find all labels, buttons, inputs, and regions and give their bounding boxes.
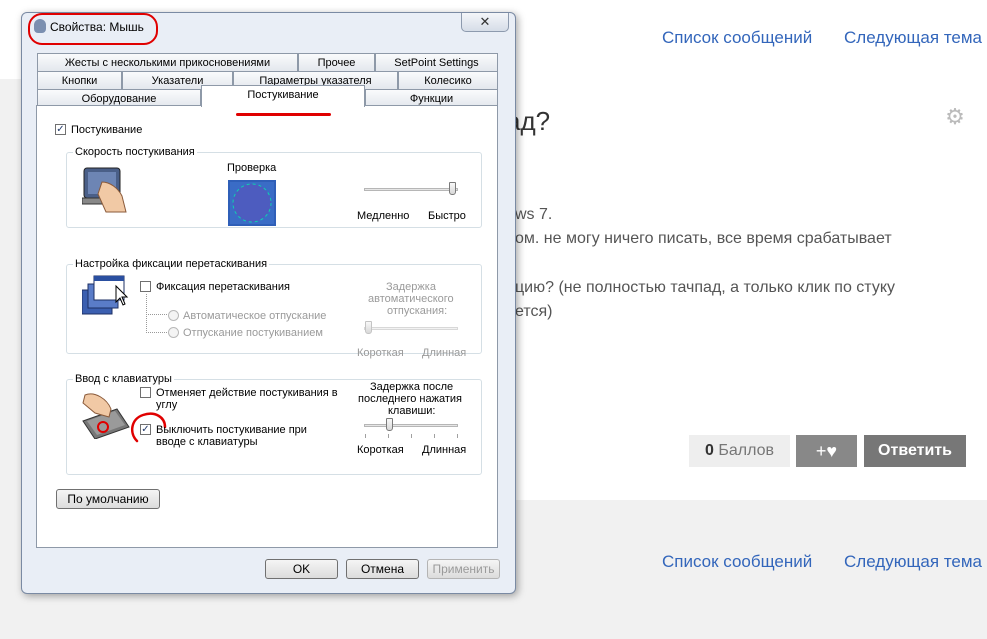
- drag-lock-group-title: Настройка фиксации перетаскивания: [73, 258, 270, 270]
- speed-test-area[interactable]: [228, 180, 276, 226]
- cancel-button[interactable]: Отмена: [346, 559, 419, 579]
- post-line-4: ется): [515, 303, 553, 320]
- key-delay-slider-thumb[interactable]: [386, 418, 393, 431]
- key-delay-label-2: последнего нажатия: [358, 393, 462, 405]
- tapping-panel: ✓ Постукивание Скорость постукивания Про…: [36, 105, 498, 548]
- reply-button[interactable]: Ответить: [864, 435, 966, 467]
- mouse-properties-dialog: Свойства: Мышь ✕ Жесты с несколькими при…: [21, 12, 516, 594]
- drag-delay-label-1: Задержка: [386, 281, 436, 293]
- tab-tapping[interactable]: Постукивание: [201, 85, 365, 107]
- drag-lock-checkbox[interactable]: [140, 281, 151, 292]
- like-button[interactable]: +♥: [796, 435, 857, 467]
- key-delay-tick: [411, 434, 412, 438]
- post-line-2: ом. не могу ничего писать, все время сра…: [515, 230, 892, 247]
- title-bar[interactable]: Свойства: Мышь ✕: [22, 13, 515, 45]
- tab-multitouch-gestures[interactable]: Жесты с несколькими прикосновениями: [37, 53, 298, 71]
- key-delay-slider-track[interactable]: [364, 424, 458, 427]
- key-delay-tick: [457, 434, 458, 438]
- nav-messages-link-bottom[interactable]: Список сообщений: [662, 552, 812, 572]
- drag-delay-label-2: автоматического: [368, 293, 454, 305]
- key-delay-tick: [388, 434, 389, 438]
- post-line-3: цию? (не полностью тачпад, а только клик…: [515, 279, 895, 296]
- score-badge: 0 Баллов: [689, 435, 790, 467]
- drag-delay-slider-thumb[interactable]: [365, 321, 372, 334]
- drag-windows-icon: [82, 275, 129, 315]
- speed-slider-track[interactable]: [364, 188, 458, 191]
- nav-next-topic-link-bottom[interactable]: Следующая тема: [844, 552, 982, 572]
- score-value: 0: [704, 442, 714, 459]
- tab-buttons[interactable]: Кнопки: [37, 71, 122, 89]
- speed-fast-label: Быстро: [428, 210, 466, 222]
- tree-connector-2: [146, 306, 167, 333]
- tab-wheel[interactable]: Колесико: [398, 71, 498, 89]
- key-delay-short-label: Короткая: [357, 444, 404, 456]
- nav-next-topic-link-top[interactable]: Следующая тема: [844, 28, 982, 48]
- tab-setpoint-settings[interactable]: SetPoint Settings: [375, 53, 498, 71]
- tap-release-radio[interactable]: [168, 327, 179, 338]
- disable-while-typing-label-2: вводе с клавиатуры: [156, 436, 258, 448]
- nav-messages-link-top[interactable]: Список сообщений: [662, 28, 812, 48]
- speed-group-title: Скорость постукивания: [73, 146, 197, 158]
- drag-delay-long-label: Длинная: [422, 347, 467, 359]
- drag-delay-label-3: отпускания:: [387, 305, 448, 317]
- drag-lock-label: Фиксация перетаскивания: [156, 281, 290, 293]
- ok-button[interactable]: OK: [265, 559, 338, 579]
- close-button[interactable]: ✕: [461, 13, 509, 32]
- key-delay-label-3: клавиши:: [388, 405, 436, 417]
- auto-release-label: Автоматическое отпускание: [183, 310, 327, 322]
- key-delay-label-1: Задержка после: [370, 381, 454, 393]
- post-line-1: ws 7.: [515, 206, 553, 223]
- tab-other[interactable]: Прочее: [298, 53, 375, 71]
- cancel-corner-label-2: углу: [156, 399, 178, 411]
- tap-release-label: Отпускание постукиванием: [183, 327, 323, 339]
- keyboard-hand-icon: [82, 393, 130, 439]
- speed-test-label: Проверка: [227, 162, 277, 174]
- touchpad-hand-icon: [82, 167, 127, 213]
- title-annotation-circle: [28, 13, 158, 45]
- drag-delay-short-label: Короткая: [357, 347, 404, 359]
- disable-while-typing-label-1: Выключить постукивание при: [156, 424, 307, 436]
- tab-annotation-underline: [236, 113, 331, 116]
- cancel-corner-checkbox[interactable]: [140, 387, 151, 398]
- auto-release-radio[interactable]: [168, 310, 179, 321]
- cancel-corner-label-1: Отменяет действие постукивания в: [156, 387, 338, 399]
- score-label: Баллов: [718, 442, 774, 459]
- apply-button[interactable]: Применить: [427, 559, 500, 579]
- speed-slow-label: Медленно: [357, 210, 410, 222]
- speed-slider-thumb[interactable]: [449, 182, 456, 195]
- key-delay-long-label: Длинная: [422, 444, 467, 456]
- tapping-enable-label: Постукивание: [71, 124, 143, 136]
- restore-defaults-button[interactable]: По умолчанию: [56, 489, 160, 509]
- gear-icon[interactable]: ⚙: [944, 106, 966, 128]
- key-delay-tick: [434, 434, 435, 438]
- drag-delay-slider-track[interactable]: [364, 327, 458, 330]
- keyboard-input-group-title: Ввод с клавиатуры: [73, 373, 174, 385]
- tapping-enable-checkbox[interactable]: ✓: [55, 124, 66, 135]
- key-delay-tick: [365, 434, 366, 438]
